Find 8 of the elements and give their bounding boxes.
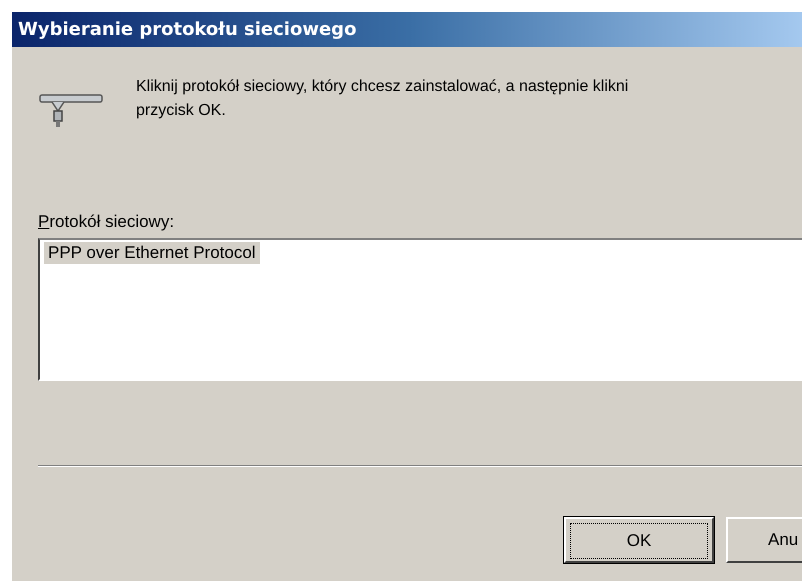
protocol-list[interactable]: PPP over Ethernet Protocol <box>38 238 802 381</box>
dialog-button[interactable]: Anu <box>726 517 802 563</box>
instruction-text: Kliknij protokół sieciowy, który chcesz zainstalować, a następnie klikni <box>136 77 628 97</box>
instruction-text: przycisk OK. <box>136 101 226 121</box>
list-label: Protokół sieciowy: <box>38 212 174 232</box>
list-item[interactable]: PPP over Ethernet Protocol <box>44 242 260 264</box>
dialog-button[interactable]: OK <box>564 517 714 563</box>
window-title: Wybieranie protokołu sieciowego <box>18 19 356 40</box>
